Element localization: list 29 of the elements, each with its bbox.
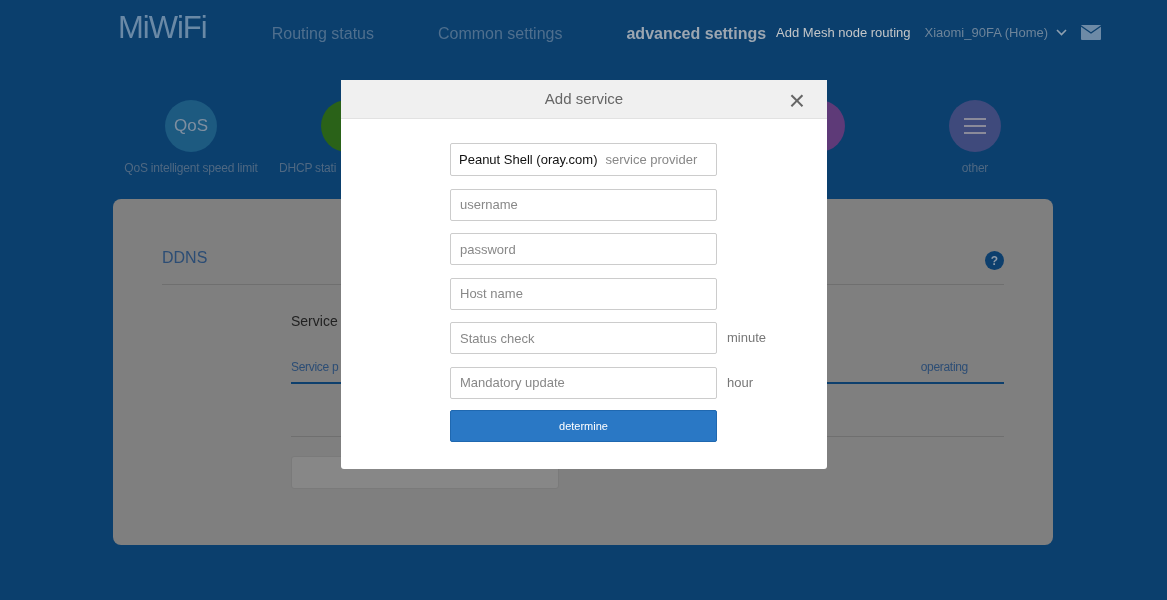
input-field[interactable]: Host name (450, 277, 717, 310)
mesh-link[interactable]: Add Mesh node routing (776, 23, 911, 43)
unit-label: minute (727, 329, 767, 348)
nav-tab[interactable]: advanced settings (626, 22, 767, 46)
nav-tab[interactable]: Routing status (271, 22, 374, 46)
unit-label: hour (727, 373, 754, 392)
column-header: Service p (291, 359, 339, 376)
help-icon[interactable]: ? (985, 251, 1004, 270)
router-dropdown[interactable]: Xiaomi_90FA (Home) (924, 23, 1068, 43)
column-header: operating (920, 359, 968, 376)
chevron-icon (1056, 29, 1068, 37)
feature-label[interactable]: QoS intelligent speed limit (124, 159, 258, 177)
dialog-title: Add service (544, 88, 624, 109)
input-field[interactable]: username (450, 188, 717, 221)
section-title: DDNS (162, 247, 208, 268)
logo: MiWiFi (118, 12, 207, 43)
mail-icon[interactable] (1081, 25, 1102, 41)
close-button[interactable]: × (788, 87, 805, 115)
provider-select[interactable]: Peanut Shell (oray.com) service provider (450, 143, 717, 176)
submit-button[interactable]: determine (450, 410, 717, 442)
feature-label[interactable]: DHCP stati (279, 159, 337, 177)
nav-tab[interactable]: Common settings (437, 22, 563, 46)
list-title: Service (291, 312, 339, 331)
input-field[interactable]: Mandatory update (450, 366, 717, 399)
feature-label[interactable]: other (961, 159, 989, 177)
input-field[interactable]: password (450, 233, 717, 265)
qos-button[interactable]: QoS (165, 100, 217, 152)
menu-icon[interactable] (949, 100, 1001, 152)
input-field[interactable]: Status check (450, 322, 717, 354)
